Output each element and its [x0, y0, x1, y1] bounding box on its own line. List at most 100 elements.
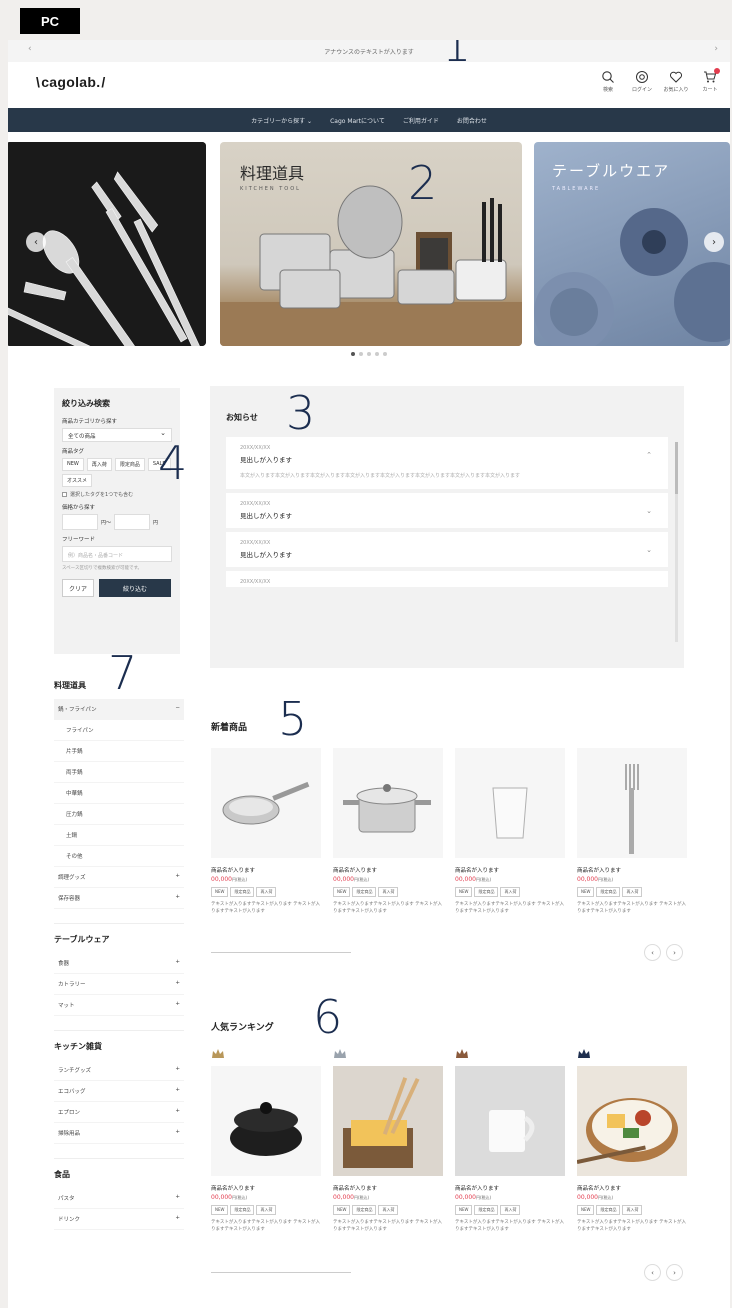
news-item[interactable]: 20XX/XX/XX 見出しが入ります 本文が入ります本文が入ります本文が入りま…	[226, 437, 668, 489]
keyword-input[interactable]: 例）商品名・品番コード	[62, 546, 172, 562]
product-name[interactable]: 商品名が入ります	[333, 866, 443, 874]
sidebar-item-cooking-goods[interactable]: 調理グッズ +	[54, 867, 184, 888]
expand-icon[interactable]: +	[175, 1194, 180, 1202]
tag-any-checkbox[interactable]: 選択したタグを1つでも含む	[62, 491, 172, 498]
scroll-thumb[interactable]	[675, 442, 678, 494]
expand-icon[interactable]: +	[175, 1129, 180, 1137]
sidebar-item-lunch[interactable]: ランチグッズ +	[54, 1060, 184, 1081]
product-card[interactable]: 商品名が入ります 00,000円(税込) NEW 限定商品 再入荷 テキストが入りますテキ…	[455, 1048, 565, 1233]
hero-dot[interactable]	[383, 352, 387, 356]
sidebar-subitem[interactable]: 片手鍋	[54, 741, 184, 762]
product-image[interactable]	[455, 1066, 565, 1176]
clear-button[interactable]: クリア	[62, 579, 94, 597]
product-name[interactable]: 商品名が入ります	[211, 1184, 321, 1192]
pager-prev-button[interactable]: ‹	[644, 1264, 661, 1281]
nav-category[interactable]: カテゴリーから探す ⌄	[251, 116, 312, 125]
hero-slide-cutlery[interactable]: ‹	[8, 142, 206, 346]
sidebar-item-apron[interactable]: エプロン +	[54, 1102, 184, 1123]
product-image[interactable]	[211, 1066, 321, 1176]
expand-icon[interactable]: +	[175, 1087, 180, 1095]
product-card[interactable]: 商品名が入ります 00,000円(税込) NEW 限定商品 再入荷 テキストが入りますテキ…	[577, 748, 687, 915]
product-image[interactable]	[577, 748, 687, 858]
sidebar-subitem[interactable]: その他	[54, 846, 184, 867]
price-max-input[interactable]	[114, 514, 151, 530]
hero-slide-kitchen-tool[interactable]: 料理道具 KITCHEN TOOL	[220, 142, 522, 346]
product-card[interactable]: 商品名が入ります 00,000円(税込) NEW 限定商品 再入荷 テキストが入りますテキ…	[455, 748, 565, 915]
product-card[interactable]: 商品名が入ります 00,000円(税込) NEW 限定商品 再入荷 テキストが入りますテキ…	[211, 748, 321, 915]
sidebar-item-drink[interactable]: ドリンク +	[54, 1209, 184, 1230]
price-min-input[interactable]	[62, 514, 98, 530]
header-login[interactable]: ログイン	[630, 70, 654, 93]
hero-next-button[interactable]: ›	[704, 232, 724, 252]
chevron-down-icon[interactable]: ⌄	[646, 507, 652, 515]
sidebar-item-pots[interactable]: 鍋・フライパン −	[54, 699, 184, 720]
news-item[interactable]: 20XX/XX/XX 見出しが入ります ⌄	[226, 531, 668, 567]
pager-prev-button[interactable]: ‹	[644, 944, 661, 961]
sidebar-item-cleaning[interactable]: 掃除用品 +	[54, 1123, 184, 1144]
sidebar-subitem[interactable]: フライパン	[54, 720, 184, 741]
product-name[interactable]: 商品名が入ります	[455, 1184, 565, 1192]
hero-dot[interactable]	[359, 352, 363, 356]
hero-dot[interactable]	[375, 352, 379, 356]
sidebar-item-mat[interactable]: マット +	[54, 995, 184, 1016]
product-name[interactable]: 商品名が入ります	[455, 866, 565, 874]
announcement-next-icon[interactable]: ›	[714, 44, 718, 54]
product-image[interactable]	[333, 1066, 443, 1176]
chevron-up-icon[interactable]: ⌃	[646, 451, 652, 459]
header-favorite[interactable]: お気に入り	[664, 70, 689, 93]
pager-next-button[interactable]: ›	[666, 944, 683, 961]
product-image[interactable]	[577, 1066, 687, 1176]
sidebar-subitem[interactable]: 両手鍋	[54, 762, 184, 783]
sidebar-item-dishes[interactable]: 食器 +	[54, 953, 184, 974]
submit-filter-button[interactable]: 絞り込む	[99, 579, 171, 597]
nav-contact[interactable]: お問合わせ	[457, 116, 487, 125]
header-search[interactable]: 検索	[596, 70, 620, 93]
product-name[interactable]: 商品名が入ります	[333, 1184, 443, 1192]
news-item[interactable]: 20XX/XX/XX	[226, 570, 668, 587]
product-card[interactable]: 商品名が入ります 00,000円(税込) NEW 限定商品 再入荷 テキストが入りますテキ…	[211, 1048, 321, 1233]
product-card[interactable]: 商品名が入ります 00,000円(税込) NEW 限定商品 再入荷 テキストが入りますテキ…	[333, 748, 443, 915]
news-scrollbar[interactable]	[675, 442, 678, 642]
expand-icon[interactable]: +	[175, 1108, 180, 1116]
sidebar-subitem[interactable]: 中華鍋	[54, 783, 184, 804]
sidebar-item-pasta[interactable]: パスタ +	[54, 1188, 184, 1209]
nav-guide[interactable]: ご利用ガイド	[403, 116, 439, 125]
category-select[interactable]: 全ての商品	[62, 428, 172, 442]
sidebar-subitem[interactable]: 土鍋	[54, 825, 184, 846]
product-name[interactable]: 商品名が入ります	[577, 1184, 687, 1192]
header-cart[interactable]: カート	[698, 68, 722, 93]
product-card[interactable]: 商品名が入ります 00,000円(税込) NEW 限定商品 再入荷 テキストが入りますテキ…	[577, 1048, 687, 1233]
hero-dot[interactable]	[367, 352, 371, 356]
product-image[interactable]	[333, 748, 443, 858]
pager-next-button[interactable]: ›	[666, 1264, 683, 1281]
product-name[interactable]: 商品名が入ります	[211, 866, 321, 874]
hero-dot[interactable]	[351, 352, 355, 356]
expand-icon[interactable]: +	[175, 894, 180, 902]
expand-icon[interactable]: +	[175, 1001, 180, 1009]
product-name[interactable]: 商品名が入ります	[577, 866, 687, 874]
expand-icon[interactable]: +	[175, 980, 180, 988]
expand-icon[interactable]: +	[175, 959, 180, 967]
tag-restock[interactable]: 再入荷	[86, 458, 112, 471]
sidebar-item-storage[interactable]: 保存容器 +	[54, 888, 184, 909]
hero-prev-button[interactable]: ‹	[26, 232, 46, 252]
product-card[interactable]: 商品名が入ります 00,000円(税込) NEW 限定商品 再入荷 テキストが入りますテキ…	[333, 1048, 443, 1233]
tag-limited[interactable]: 限定商品	[114, 458, 145, 471]
expand-icon[interactable]: +	[175, 873, 180, 881]
tag-recommend[interactable]: オススメ	[62, 474, 93, 487]
news-item[interactable]: 20XX/XX/XX 見出しが入ります ⌄	[226, 492, 668, 528]
product-image[interactable]	[455, 748, 565, 858]
announcement-prev-icon[interactable]: ‹	[28, 44, 32, 54]
nav-about[interactable]: Cago Martについて	[330, 116, 385, 125]
hero-slide-tableware[interactable]: テーブルウエア TABLEWARE ›	[534, 142, 730, 346]
chevron-down-icon[interactable]: ⌄	[646, 546, 652, 554]
expand-icon[interactable]: +	[175, 1066, 180, 1074]
collapse-icon[interactable]: −	[175, 705, 180, 713]
sidebar-item-cutlery[interactable]: カトラリー +	[54, 974, 184, 995]
sidebar-subitem[interactable]: 圧力鍋	[54, 804, 184, 825]
tag-new[interactable]: NEW	[62, 458, 84, 471]
product-image[interactable]	[211, 748, 321, 858]
site-logo[interactable]: cagolab.	[36, 74, 106, 90]
sidebar-item-ecobag[interactable]: エコバッグ +	[54, 1081, 184, 1102]
expand-icon[interactable]: +	[175, 1215, 180, 1223]
